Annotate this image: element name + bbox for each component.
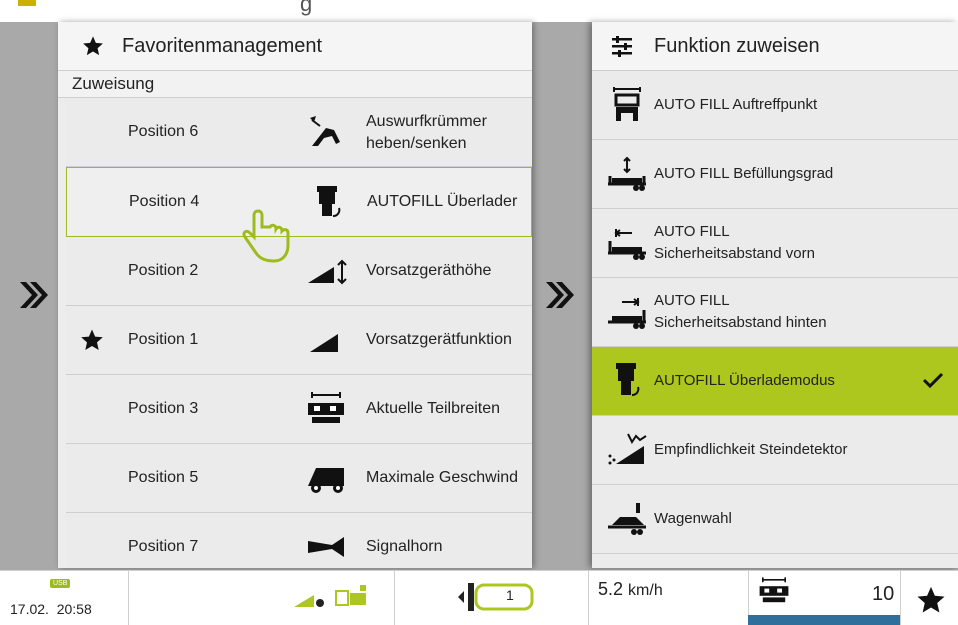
expand-left-button[interactable] <box>16 278 50 312</box>
header-height-icon <box>308 259 347 285</box>
function-option[interactable]: AUTO FILL Befüllungsgrad <box>592 140 958 209</box>
option-label: AUTO FILL Auftreffpunkt <box>654 96 818 113</box>
option-label: Wagenwahl <box>654 510 732 527</box>
favorites-header: Favoritenmanagement <box>58 22 532 71</box>
position-label: Position 3 <box>128 400 199 417</box>
time: 20:58 <box>56 601 92 617</box>
partial-width-cell[interactable]: 10 <box>748 571 901 625</box>
top-strip: g <box>0 0 958 22</box>
gear-cell[interactable]: 1 <box>394 571 589 625</box>
option-label-line2: Sicherheitsabstand vorn <box>654 245 815 262</box>
fill-level-icon <box>608 156 646 191</box>
chute-icon <box>310 116 340 146</box>
assign-arrow-button[interactable] <box>542 278 576 312</box>
favorite-row-position-3[interactable]: Position 3 Aktuelle Teilbreiten <box>66 375 532 444</box>
function-label: Signalhorn <box>366 538 443 555</box>
favorite-row-position-7[interactable]: Position 7 Signalhorn <box>66 513 532 568</box>
impact-point-icon <box>613 87 641 121</box>
function-option[interactable]: Empfindlichkeit Steindetektor <box>592 416 958 485</box>
wagon-select-icon <box>608 503 646 535</box>
double-chevron-right-icon <box>546 282 574 308</box>
function-option-selected[interactable]: AUTOFILL Überlademodus <box>592 347 958 416</box>
position-label: Position 5 <box>128 469 199 486</box>
option-label: AUTOFILL Überlademodus <box>654 372 835 389</box>
top-indicator <box>18 0 36 6</box>
function-label: Maximale Geschwind <box>366 469 519 486</box>
option-label-line2: Sicherheitsabstand hinten <box>654 314 827 331</box>
position-label: Position 7 <box>128 538 199 555</box>
gear-value: 1 <box>506 587 514 603</box>
position-label: Position 1 <box>128 331 199 348</box>
autofill-icon <box>616 363 640 396</box>
safety-rear-icon <box>608 298 646 329</box>
horn-icon <box>308 537 344 557</box>
position-label: Position 6 <box>128 123 199 140</box>
gear-selector-icon <box>458 583 534 611</box>
partial-width-icon <box>759 577 789 603</box>
speed-value: 5.2 <box>598 579 624 599</box>
safety-front-icon <box>608 229 646 260</box>
favorite-row-position-4[interactable]: Position 4 AUTOFILL Überlader <box>66 167 532 237</box>
assignment-subtitle: Zuweisung <box>58 71 532 98</box>
favorites-panel: Favoritenmanagement Zuweisung Position 6… <box>58 22 532 568</box>
stone-detector-icon <box>608 433 647 465</box>
favorite-row-position-1[interactable]: Position 1 Vorsatzgerätfunktion <box>66 306 532 375</box>
star-icon <box>83 36 103 56</box>
function-label: AUTOFILL Überlader <box>367 193 518 210</box>
checkmark-icon <box>922 372 944 389</box>
sliders-icon <box>612 36 632 57</box>
date: 17.02. <box>10 601 49 617</box>
function-option[interactable]: AUTO FILL Auftreffpunkt <box>592 71 958 140</box>
header-function-icon <box>310 334 338 352</box>
option-label-line1: AUTO FILL <box>654 292 730 309</box>
function-option[interactable]: Wagenwahl <box>592 485 958 554</box>
star-icon <box>81 329 103 350</box>
favorite-row-position-2[interactable]: Position 2 Vorsatzgeräthöhe <box>66 237 532 306</box>
machine-status-cell[interactable] <box>128 571 395 625</box>
function-option[interactable]: AUTO FILL Sicherheitsabstand vorn <box>592 209 958 278</box>
hand-pointer-icon <box>242 209 290 263</box>
position-label: Position 2 <box>128 262 199 279</box>
partial-width-icon <box>308 392 344 423</box>
option-label: AUTO FILL Befüllungsgrad <box>654 165 834 182</box>
panel-title: Favoritenmanagement <box>122 34 323 57</box>
speed-unit: km/h <box>628 582 663 599</box>
top-strip-text: g <box>300 0 313 16</box>
option-label: AUTO FILL Sicherheitsabstand vorn <box>654 221 815 265</box>
double-chevron-right-icon <box>20 282 48 308</box>
position-label: Position 4 <box>129 193 200 210</box>
assign-header: Funktion zuweisen <box>592 22 958 71</box>
autofill-icon <box>317 186 341 217</box>
speed-cell: 5.2 km/h <box>588 571 749 625</box>
function-label: Aktuelle Teilbreiten <box>366 400 501 417</box>
favorite-row-position-5[interactable]: Position 5 Maximale Geschwind <box>66 444 532 513</box>
datetime: 17.02. 20:58 <box>10 601 92 617</box>
option-label: Empfindlichkeit Steindetektor <box>654 441 848 458</box>
speed: 5.2 km/h <box>598 579 663 600</box>
usb-badge: USB <box>50 579 71 588</box>
favorite-row-position-6[interactable]: Position 6 Auswurfkrümmer heben/senken <box>66 98 532 167</box>
assign-function-panel: Funktion zuweisen AUTO FILL Auftreffpunk… <box>592 22 958 568</box>
panel-title: Funktion zuweisen <box>654 34 820 57</box>
machine-status-icon <box>294 585 366 607</box>
status-bar: USB 17.02. 20:58 1 5.2 km/h 10 <box>0 570 958 625</box>
favorites-button[interactable] <box>900 571 958 625</box>
option-label: AUTO FILL Sicherheitsabstand hinten <box>654 290 827 334</box>
option-label-line1: AUTO FILL <box>654 223 730 240</box>
max-speed-icon <box>308 468 344 493</box>
function-label: Vorsatzgerätfunktion <box>366 331 512 348</box>
star-icon <box>917 586 945 613</box>
datetime-cell: USB 17.02. 20:58 <box>0 571 129 625</box>
function-label: Vorsatzgeräthöhe <box>366 262 492 279</box>
function-label: Auswurfkrümmer heben/senken <box>366 113 487 152</box>
counter-value: 10 <box>872 583 895 605</box>
function-option[interactable]: AUTO FILL Sicherheitsabstand hinten <box>592 278 958 347</box>
